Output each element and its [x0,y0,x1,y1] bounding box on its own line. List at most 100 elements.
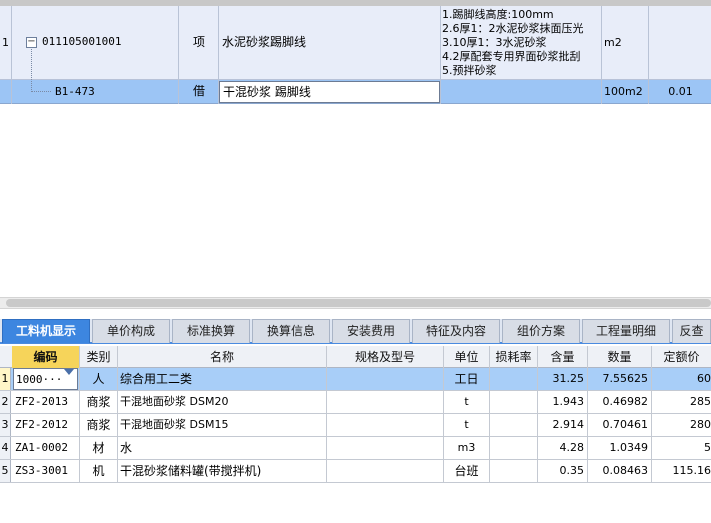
dropdown-arrow-icon[interactable] [64,369,74,389]
cell-name[interactable]: 干混地面砂浆 DSM20 [120,391,326,413]
tab-conversion-info[interactable]: 换算信息 [252,319,330,343]
top-grid-row-item[interactable]: 1 011105001001 项 水泥砂浆踢脚线 m2 [0,6,711,80]
header-category[interactable]: 类别 [80,346,117,368]
header-quota-price[interactable]: 定额价 [652,346,711,368]
cell-code[interactable]: ZS3-3001 [15,460,79,482]
cell-content[interactable]: 1.943 [538,391,585,413]
cell-quantity[interactable]: 0.46982 [588,391,649,413]
cell-code[interactable]: ZA1-0002 [15,437,79,459]
cell-unit[interactable]: 台班 [444,460,489,482]
subitem-unit[interactable]: 100m2 [604,80,643,103]
tree-connector-line [31,49,32,92]
item-type[interactable]: 项 [180,34,218,50]
column-divider [117,346,118,482]
cell-spec[interactable] [327,368,443,390]
tab-pricing-scheme[interactable]: 组价方案 [502,319,580,343]
header-content[interactable]: 含量 [538,346,587,368]
cell-quota-price[interactable]: 285 [652,391,711,413]
cell-name[interactable]: 综合用工二类 [120,368,326,390]
table-row[interactable]: 5 ZS3-3001 机 干混砂浆储料罐(带搅拌机) 台班 0.35 0.084… [0,460,711,483]
cell-content[interactable]: 2.914 [538,414,585,436]
header-corner [0,346,12,368]
cell-category[interactable]: 商浆 [80,391,117,413]
column-divider [651,346,652,482]
cell-loss-rate[interactable] [490,437,537,459]
tab-labor-material-machine[interactable]: 工料机显示 [2,319,90,343]
row-number: 2 [0,391,11,413]
grid-header: 编码 类别 名称 规格及型号 单位 损耗率 含量 数量 定额价 [0,346,711,368]
column-divider [537,346,538,482]
header-code[interactable]: 编码 [12,346,79,368]
feature-line: 5.预拌砂浆 [442,64,497,77]
cell-quantity[interactable]: 0.70461 [588,414,649,436]
column-divider [11,6,12,104]
column-divider [648,6,649,104]
table-row[interactable]: 3 ZF2-2012 商浆 干混地面砂浆 DSM15 t 2.914 0.704… [0,414,711,437]
table-row[interactable]: 4 ZA1-0002 材 水 m3 4.28 1.0349 5 [0,437,711,460]
cell-quantity[interactable]: 7.55625 [588,368,649,390]
cell-content[interactable]: 31.25 [538,368,585,390]
column-divider [443,346,444,482]
cell-spec[interactable] [327,460,443,482]
cell-loss-rate[interactable] [490,368,537,390]
cell-loss-rate[interactable] [490,391,537,413]
cell-quota-price[interactable]: 115.16 [652,460,711,482]
header-loss-rate[interactable]: 损耗率 [490,346,537,368]
table-row[interactable]: 2 ZF2-2013 商浆 干混地面砂浆 DSM20 t 1.943 0.469… [0,391,711,414]
tab-quantity-detail[interactable]: 工程量明细 [582,319,670,343]
cell-content[interactable]: 4.28 [538,437,585,459]
row-number: 3 [0,414,11,436]
column-divider [587,346,588,482]
column-divider [218,6,219,104]
cell-quota-price[interactable]: 5 [652,437,711,459]
combobox-value: 1000··· [16,373,63,386]
item-features[interactable]: 1.踢脚线高度:100mm 2.6厚1：2水泥砂浆抹面压光 3.10厚1：3水泥… [442,8,602,78]
item-name[interactable]: 水泥砂浆踢脚线 [222,34,306,50]
tab-standard-conversion[interactable]: 标准换算 [172,319,250,343]
subitem-type[interactable]: 借 [180,80,218,103]
tab-reverse-lookup[interactable]: 反查 [672,319,711,343]
column-divider [326,346,327,482]
cell-unit[interactable]: t [444,391,489,413]
cell-quantity[interactable]: 1.0349 [588,437,649,459]
cell-name[interactable]: 水 [120,437,326,459]
cell-category[interactable]: 商浆 [80,414,117,436]
tab-features-content[interactable]: 特征及内容 [412,319,500,343]
cell-quota-price[interactable]: 60 [652,368,711,390]
cell-code[interactable]: ZF2-2012 [15,414,79,436]
header-spec[interactable]: 规格及型号 [327,346,443,368]
cell-quantity[interactable]: 0.08463 [588,460,649,482]
table-row[interactable]: 1 1000··· 人 综合用工二类 工日 31.25 7.55625 60 [0,368,711,391]
cell-category[interactable]: 材 [80,437,117,459]
cell-loss-rate[interactable] [490,414,537,436]
cell-name[interactable]: 干混地面砂浆 DSM15 [120,414,326,436]
cell-spec[interactable] [327,437,443,459]
cell-category[interactable]: 机 [80,460,117,482]
detail-tab-bar: 工料机显示 单价构成 标准换算 换算信息 安装费用 特征及内容 组价方案 工程量… [0,319,711,344]
cell-unit[interactable]: 工日 [444,368,489,390]
item-code[interactable]: 011105001001 [42,34,121,50]
subitem-name-input[interactable]: 干混砂浆 踢脚线 [219,81,440,103]
subitem-quantity[interactable]: 0.01 [650,80,711,103]
cell-unit[interactable]: t [444,414,489,436]
scrollbar-thumb[interactable] [6,299,711,307]
code-combobox[interactable]: 1000··· [13,368,78,390]
row-number: 1 [2,36,9,49]
cell-content[interactable]: 0.35 [538,460,585,482]
header-quantity[interactable]: 数量 [588,346,651,368]
tab-installation-cost[interactable]: 安装费用 [332,319,410,343]
cell-loss-rate[interactable] [490,460,537,482]
header-unit[interactable]: 单位 [444,346,489,368]
subitem-code[interactable]: B1-473 [55,80,95,103]
item-unit[interactable]: m2 [604,36,622,50]
collapse-toggle-icon[interactable]: − [26,37,37,48]
cell-code[interactable]: ZF2-2013 [15,391,79,413]
tab-unit-price-composition[interactable]: 单价构成 [92,319,170,343]
cell-quota-price[interactable]: 280 [652,414,711,436]
cell-spec[interactable] [327,391,443,413]
cell-spec[interactable] [327,414,443,436]
cell-category[interactable]: 人 [80,368,117,390]
header-name[interactable]: 名称 [118,346,326,368]
cell-unit[interactable]: m3 [444,437,489,459]
cell-name[interactable]: 干混砂浆储料罐(带搅拌机) [120,460,326,482]
